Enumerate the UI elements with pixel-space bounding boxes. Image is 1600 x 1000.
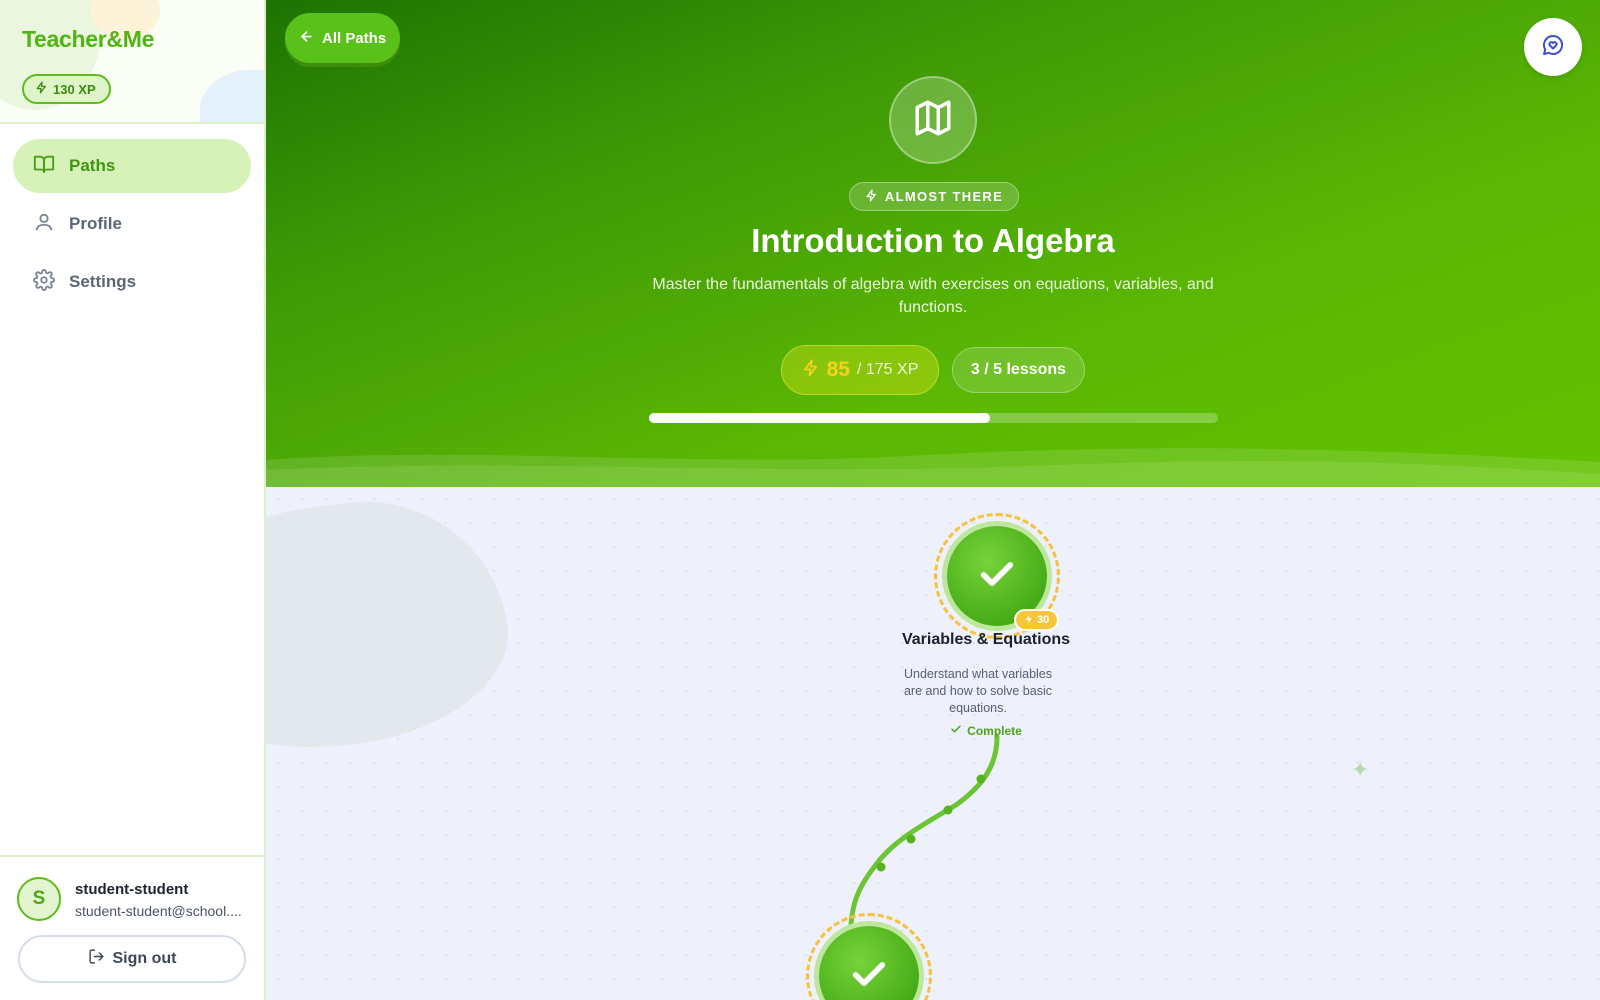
status-badge: ALMOST THERE [849,182,1019,211]
sidebar-item-settings[interactable]: Settings [13,255,251,309]
xp-total: / 175 XP [856,361,919,378]
sidebar-item-paths[interactable]: Paths [13,139,251,193]
lightning-icon [802,359,820,382]
decor-blob [200,70,264,122]
xp-badge-label: 130 XP [53,81,96,97]
lesson-map: ✦ 30 Variables & Equations Understand wh… [266,487,1600,1000]
app-logo[interactable]: Teacher&Me [22,26,154,53]
sign-out-label: Sign out [112,950,177,967]
sidebar-item-label: Settings [69,272,137,291]
lesson-description: Understand what variables are and how to… [903,667,1052,715]
lightning-icon [865,188,878,205]
sidebar-item-profile[interactable]: Profile [13,197,251,251]
map-icon [912,97,954,144]
xp-total-badge: 130 XP [22,74,111,104]
brand-header: Teacher&Me 130 XP [0,0,264,124]
user-name: student-student [75,881,189,898]
path-progress-fill [649,413,991,423]
sidebar-item-label: Profile [69,214,122,233]
arrow-left-icon [299,29,314,48]
book-open-icon [33,153,55,180]
user-panel: S student-student student-student@school… [0,855,264,1000]
lessons-count-stat: 3 / 5 lessons [952,347,1085,393]
status-label: ALMOST THERE [884,189,1004,204]
path-description: Master the fundamentals of algebra with … [652,276,1214,316]
sidebar-item-label: Paths [69,156,116,175]
path-hero: All Paths ALMOST THERE Introduction to A… [266,0,1600,487]
check-icon [977,554,1017,599]
all-paths-button[interactable]: All Paths [285,13,401,63]
user-email: student-student@school.... [75,903,242,919]
chat-heart-icon [1541,33,1565,62]
lesson-xp-chip: 30 [1014,609,1060,631]
chat-button[interactable] [1524,18,1582,76]
xp-earned: 85 [826,358,850,381]
gear-icon [33,268,55,296]
lesson-node-1[interactable]: 30 [934,513,1060,639]
lesson-connector [848,734,1000,930]
lesson-status: Complete [906,723,1066,738]
all-paths-label: All Paths [322,29,387,47]
check-icon [950,723,962,738]
xp-progress-stat: 85 / 175 XP [781,345,939,395]
sign-out-button[interactable]: Sign out [18,935,246,983]
page-title: Introduction to Algebra [751,222,1115,259]
lesson-title[interactable]: Variables & Equations [886,631,1086,649]
check-icon [849,954,889,999]
hero-wave-decor [266,448,1600,487]
path-progress-bar [649,413,1218,423]
path-icon-badge [889,76,977,164]
sidebar-nav: Paths Profile Settings [13,139,251,313]
lesson-xp-value: 30 [1037,614,1050,626]
lesson-status-label: Complete [967,723,1022,738]
avatar: S [17,877,61,921]
sign-out-icon [88,948,105,970]
sidebar: Teacher&Me 130 XP Paths Profile Settings [0,0,266,1000]
lightning-icon [1024,614,1034,627]
lightning-icon [35,81,48,97]
user-icon [33,211,55,238]
